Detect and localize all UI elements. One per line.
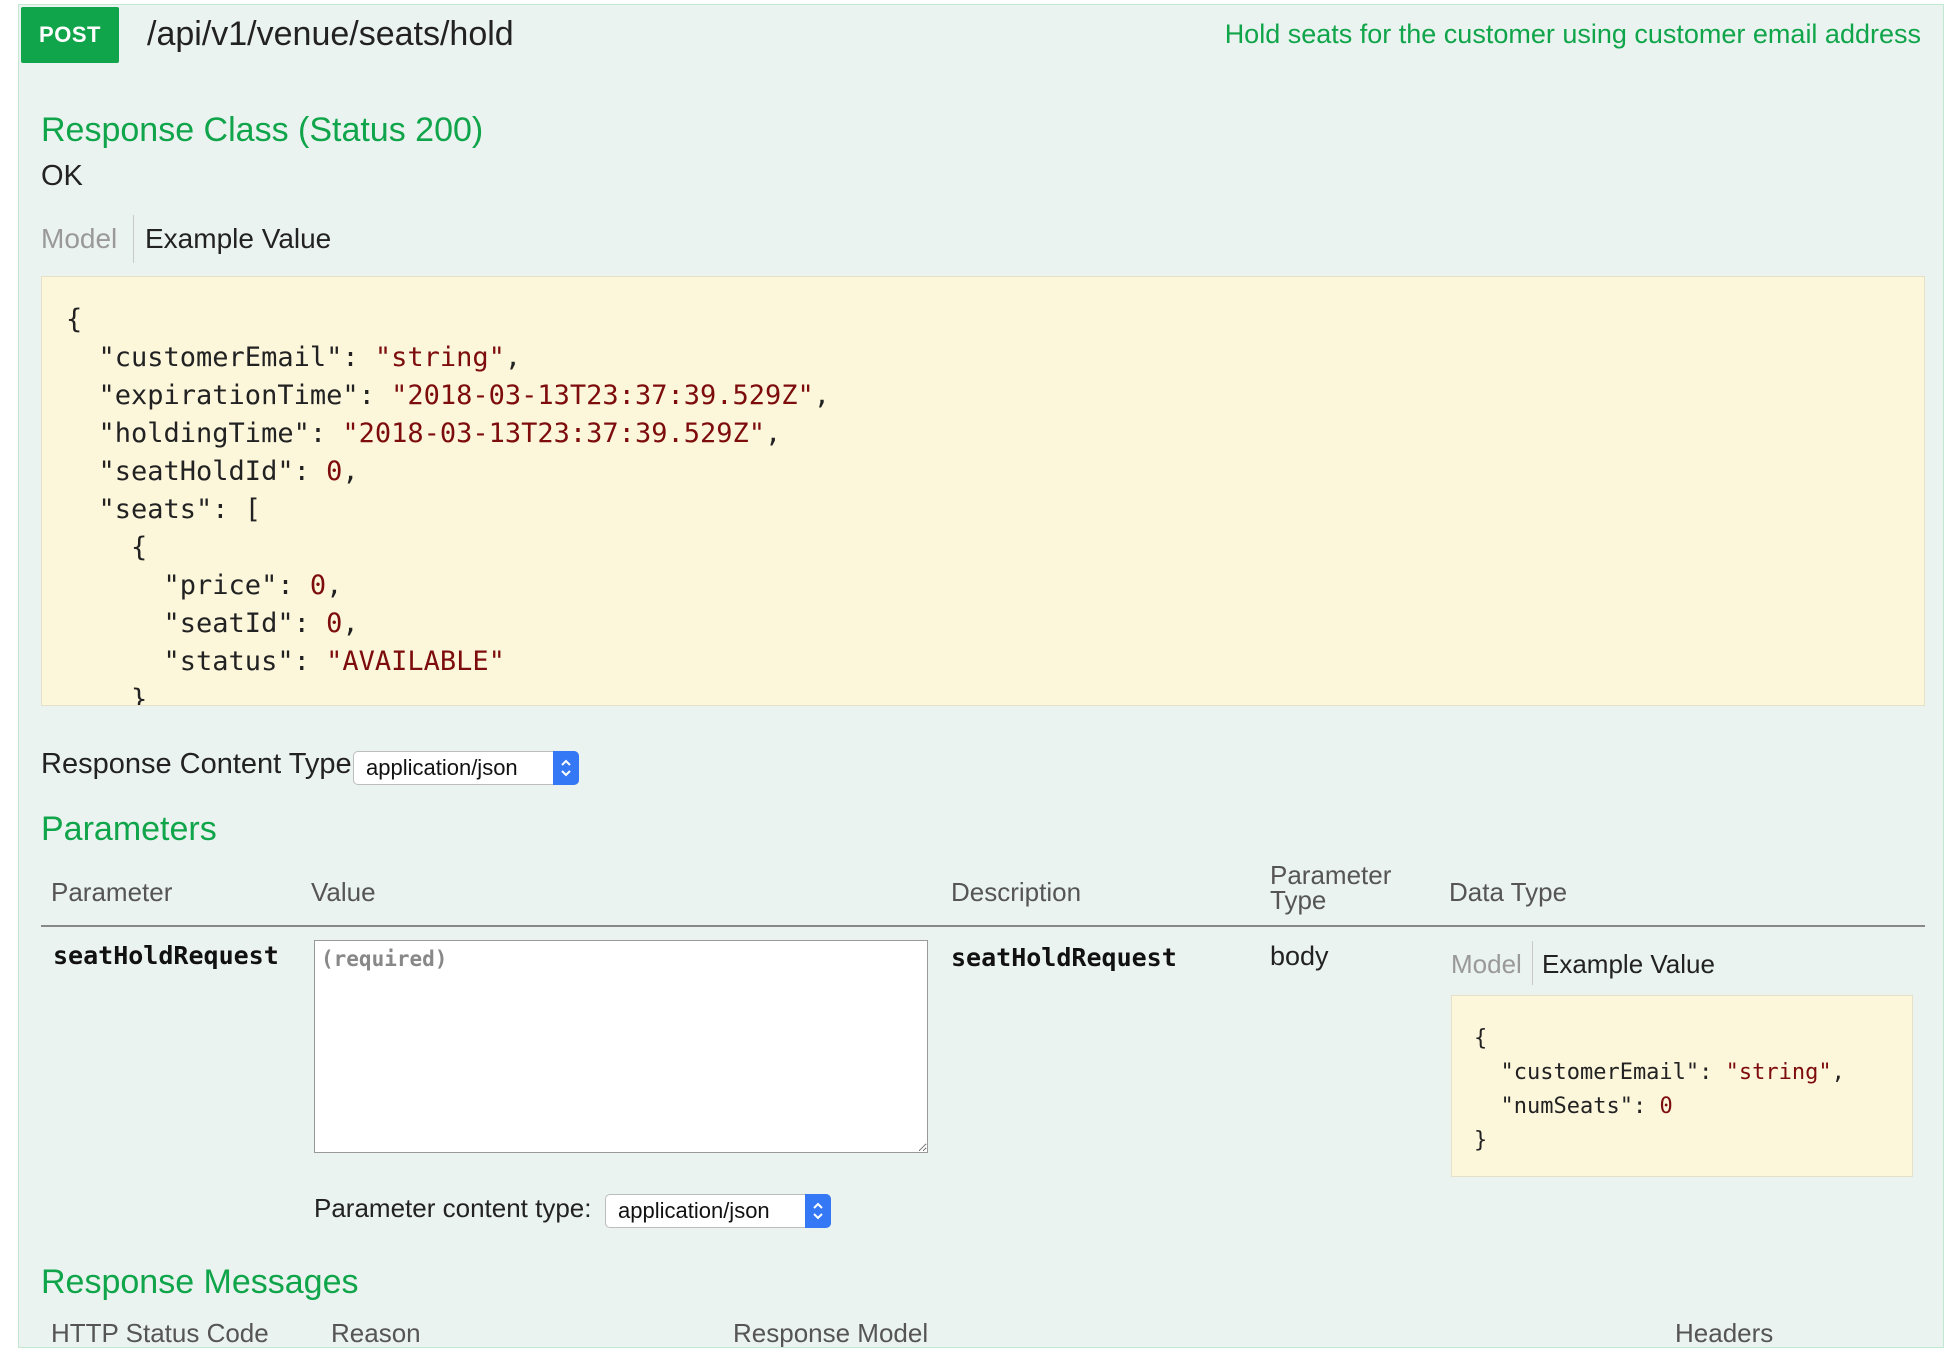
param-example-value-tab[interactable]: Example Value (1542, 949, 1715, 980)
parameter-content-type-select[interactable]: application/json (605, 1194, 831, 1228)
response-content-type-value: application/json (366, 755, 518, 780)
parameter-description: seatHoldRequest (951, 943, 1177, 972)
response-model-tab[interactable]: Model (41, 223, 117, 255)
operation-heading[interactable]: POST /api/v1/venue/seats/hold Hold seats… (19, 5, 1943, 65)
parameter-content-type-value: application/json (618, 1198, 770, 1223)
tab-divider (1532, 941, 1533, 985)
param-example-code[interactable]: { "customerEmail": "string", "numSeats":… (1451, 995, 1913, 1177)
col-reason: Reason (331, 1318, 421, 1348)
parameter-name: seatHoldRequest (53, 941, 279, 970)
select-arrow-icon (805, 1194, 831, 1228)
parameters-header-rule (41, 925, 1925, 927)
param-example-json: { "customerEmail": "string", "numSeats":… (1474, 1026, 1845, 1153)
http-method-badge[interactable]: POST (21, 7, 119, 63)
response-messages-heading: Response Messages (41, 1263, 359, 1301)
col-http-status-code: HTTP Status Code (51, 1318, 269, 1348)
parameter-content-type-label: Parameter content type: (314, 1193, 592, 1223)
response-class-heading: Response Class (Status 200) (41, 111, 484, 149)
response-content-type-label: Response Content Type (41, 748, 352, 780)
operation-summary[interactable]: Hold seats for the customer using custom… (1225, 19, 1921, 50)
response-example-value-tab[interactable]: Example Value (145, 223, 331, 255)
parameter-value-textarea[interactable] (314, 940, 928, 1153)
col-description: Description (951, 877, 1082, 907)
response-content-type-select[interactable]: application/json (353, 751, 579, 785)
operation-panel: POST /api/v1/venue/seats/hold Hold seats… (18, 4, 1944, 1348)
response-example-code: { "customerEmail": "string", "expiration… (41, 276, 1925, 706)
parameters-heading: Parameters (41, 810, 217, 848)
parameter-type-value: body (1270, 941, 1329, 971)
select-arrow-icon (553, 751, 579, 785)
col-parameter-type: Parameter Type (1270, 860, 1392, 915)
endpoint-path[interactable]: /api/v1/venue/seats/hold (147, 15, 514, 54)
col-parameter: Parameter (51, 877, 173, 907)
col-headers: Headers (1675, 1318, 1774, 1348)
response-status-text: OK (41, 160, 83, 192)
tab-divider (133, 215, 134, 263)
col-response-model: Response Model (733, 1318, 929, 1348)
param-model-tab[interactable]: Model (1451, 949, 1522, 980)
col-value: Value (311, 877, 376, 907)
response-example-json: { "customerEmail": "string", "expiration… (66, 304, 831, 706)
col-data-type: Data Type (1449, 877, 1568, 907)
